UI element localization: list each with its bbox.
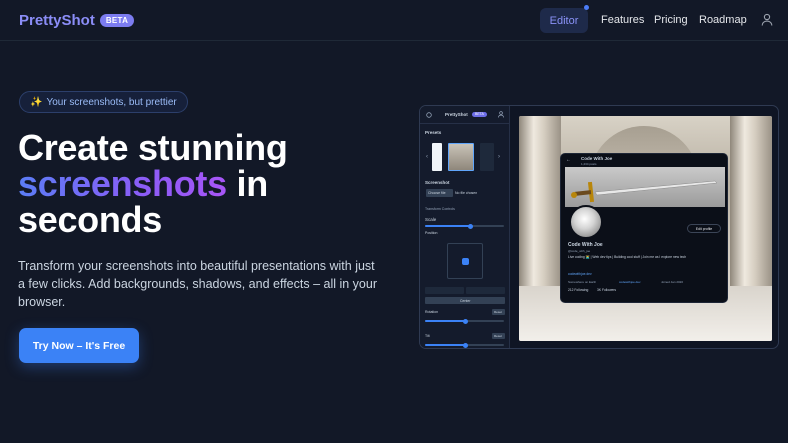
preview-beta-badge: BETA [472, 112, 487, 117]
profile-bio: Live coding 👨‍💻 | Web dev tips | Buildin… [568, 255, 687, 259]
choose-file-button[interactable]: Choose file [426, 189, 453, 197]
no-file-label: No file chosen [455, 191, 478, 195]
notification-dot [584, 5, 589, 10]
sword-icon [571, 180, 718, 203]
profile-joined: Joined Jan 2020 [661, 280, 684, 284]
nav-pricing-link[interactable]: Pricing [654, 14, 688, 26]
profile-card: ← Code With Joe 1,234 posts Edit profile… [560, 153, 728, 303]
hero-subtitle: Transform your screenshots into beautifu… [18, 259, 377, 309]
home-icon[interactable] [426, 112, 432, 118]
profile-handle: @code_with_joe [568, 249, 591, 253]
headline-line-1: Create stunning [18, 127, 288, 168]
preset-prev-icon[interactable]: ‹ [426, 154, 428, 160]
nav-editor-link[interactable]: Editor [540, 8, 588, 33]
profile-banner [565, 167, 725, 207]
nav-features-link[interactable]: Features [601, 14, 644, 26]
y-input[interactable] [466, 287, 505, 294]
tilt-label: Tilt [425, 334, 430, 338]
transform-label: Transform Controls [425, 207, 455, 211]
tilt-slider-fill [425, 344, 465, 346]
top-nav: PrettyShot BETA Editor Features Pricing … [0, 0, 788, 41]
edit-profile-button[interactable]: Edit profile [687, 224, 721, 233]
tilt-reset-label: Reset [494, 334, 502, 338]
profile-header-name: Code With Joe [581, 156, 613, 161]
position-label: Position [425, 231, 438, 235]
position-pad[interactable] [447, 243, 483, 279]
headline-highlight: screenshots [18, 163, 227, 204]
center-button-label: Center [460, 298, 471, 303]
preset-thumb-2[interactable] [448, 143, 474, 171]
profile-location: Somewhere on Earth [568, 280, 597, 284]
hero-headline: Create stunning screenshots in seconds [18, 130, 408, 238]
scale-label: Scale [425, 217, 437, 222]
editor-canvas[interactable]: ← Code With Joe 1,234 posts Edit profile… [519, 116, 772, 341]
sidebar-header: PrettyShot BETA [420, 106, 510, 124]
user-icon[interactable] [761, 13, 773, 26]
scale-slider-knob[interactable] [468, 223, 473, 229]
headline-line-3: seconds [18, 199, 162, 240]
tagline-pill: ✨ Your screenshots, but prettier [19, 91, 188, 113]
scale-slider-fill [425, 225, 470, 227]
preset-thumb-3[interactable] [480, 143, 494, 171]
tilt-slider-knob[interactable] [463, 342, 468, 348]
profile-link[interactable]: codewithjoe.dev [568, 272, 592, 276]
rotation-label: Rotation [425, 310, 439, 314]
center-button[interactable]: Center [425, 297, 505, 304]
back-arrow-icon[interactable]: ← [566, 157, 571, 163]
preview-app-name: PrettyShot [445, 112, 468, 117]
profile-website[interactable]: codewithjoe.dev [619, 280, 641, 284]
tagline-text: Your screenshots, but prettier [46, 96, 177, 108]
editor-sidebar: PrettyShot BETA Presets ‹ › Screenshot C… [420, 106, 510, 348]
profile-name: Code With Joe [568, 242, 603, 248]
presets-label: Presets [425, 130, 442, 135]
preset-next-icon[interactable]: › [498, 154, 500, 160]
headline-in: in [226, 163, 269, 204]
profile-icon[interactable] [498, 111, 504, 118]
profile-followers[interactable]: 3K Followers [597, 288, 616, 292]
screenshot-label: Screenshot [425, 180, 450, 185]
profile-avatar[interactable] [569, 205, 603, 239]
rotation-reset-button[interactable]: Reset [492, 309, 505, 315]
beta-badge: BETA [99, 14, 135, 27]
profile-posts-count: 1,234 posts [581, 162, 597, 166]
nav-roadmap-link[interactable]: Roadmap [699, 14, 747, 26]
preset-thumb-1[interactable] [432, 143, 442, 171]
app-preview: PrettyShot BETA Presets ‹ › Screenshot C… [419, 105, 779, 349]
headline-line-2: screenshots in [18, 166, 408, 202]
x-input[interactable] [425, 287, 464, 294]
brand-name: PrettyShot [19, 12, 95, 29]
rotation-slider-knob[interactable] [463, 318, 468, 324]
sparkles-icon: ✨ [30, 96, 43, 108]
tilt-reset-button[interactable]: Reset [492, 333, 505, 339]
rotation-reset-label: Reset [494, 310, 502, 314]
profile-following[interactable]: 212 Following [568, 288, 588, 292]
try-now-button[interactable]: Try Now – It's Free [19, 328, 139, 363]
rotation-slider-fill [425, 320, 465, 322]
choose-file-label: Choose file [428, 190, 446, 195]
position-handle[interactable] [462, 258, 469, 265]
brand-logo[interactable]: PrettyShot BETA [19, 12, 135, 29]
